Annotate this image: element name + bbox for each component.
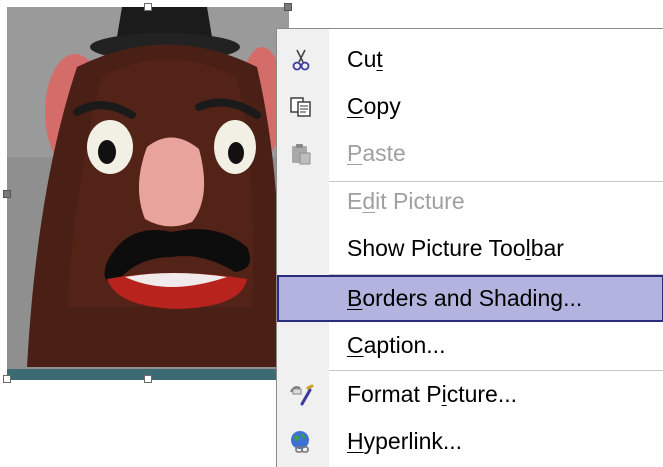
menu-item-show-picture-toolbar[interactable]: Show Picture Toolbar <box>277 225 663 272</box>
menu-item-label: Hyperlink... <box>347 428 463 454</box>
menu-item-copy[interactable]: Copy <box>277 83 663 130</box>
scissors-icon <box>287 47 315 73</box>
menu-item-label: Show Picture Toolbar <box>347 235 564 261</box>
resize-handle-bottom-left[interactable] <box>3 375 11 383</box>
globe-link-icon <box>287 429 315 455</box>
menu-item-format-picture[interactable]: Format Picture... <box>277 371 663 418</box>
menu-item-label: Paste <box>347 140 406 166</box>
resize-handle-top[interactable] <box>144 3 152 11</box>
resize-handle-left[interactable] <box>3 190 11 198</box>
menu-item-label: Cut <box>347 46 383 72</box>
menu-item-label: Format Picture... <box>347 381 518 407</box>
menu-item-label: Caption... <box>347 332 446 358</box>
selected-picture[interactable] <box>7 7 289 380</box>
clipboard-icon <box>287 141 315 167</box>
context-menu: Cut Copy Paste Edit Picture Show Picture… <box>276 28 663 467</box>
copy-icon <box>287 94 315 120</box>
menu-item-edit-picture[interactable]: Edit Picture <box>277 178 663 225</box>
format-brush-icon <box>287 382 315 408</box>
menu-item-cut[interactable]: Cut <box>277 36 663 83</box>
menu-item-label: Copy <box>347 93 401 119</box>
resize-handle-top-right[interactable] <box>284 3 292 11</box>
potato-head-photo <box>7 7 289 380</box>
menu-item-label: Borders and Shading... <box>347 285 583 311</box>
menu-item-label: Edit Picture <box>347 188 465 214</box>
menu-item-hyperlink[interactable]: Hyperlink... <box>277 418 663 465</box>
menu-item-borders-and-shading[interactable]: Borders and Shading... <box>277 275 663 322</box>
resize-handle-bottom[interactable] <box>144 375 152 383</box>
menu-item-caption[interactable]: Caption... <box>277 322 663 369</box>
menu-item-paste[interactable]: Paste <box>277 130 663 177</box>
